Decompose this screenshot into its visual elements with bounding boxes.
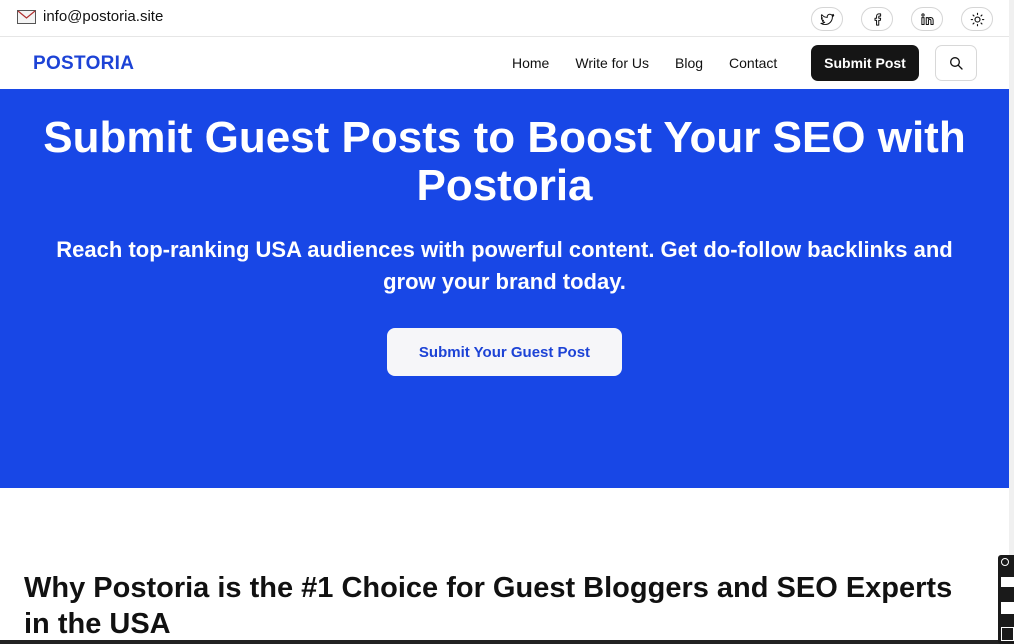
linkedin-icon bbox=[920, 12, 934, 25]
nav-link-blog[interactable]: Blog bbox=[675, 55, 703, 71]
theme-toggle-icon bbox=[970, 12, 984, 26]
bottom-divider bbox=[0, 640, 1009, 644]
email-text: info@postoria.site bbox=[43, 8, 164, 25]
top-bar: info@postoria.site bbox=[0, 0, 1009, 37]
search-icon bbox=[950, 57, 963, 70]
linkedin-link[interactable] bbox=[911, 7, 943, 31]
submit-post-button[interactable]: Submit Post bbox=[811, 45, 919, 81]
why-section-title: Why Postoria is the #1 Choice for Guest … bbox=[24, 572, 953, 640]
nav-link-home[interactable]: Home bbox=[512, 55, 549, 71]
mail-icon bbox=[17, 9, 36, 24]
hero-title: Submit Guest Posts to Boost Your SEO wit… bbox=[43, 113, 966, 210]
search-button[interactable] bbox=[935, 45, 977, 81]
social-links bbox=[811, 7, 993, 31]
facebook-link[interactable] bbox=[861, 7, 893, 31]
nav-link-write-for-us[interactable]: Write for Us bbox=[575, 55, 649, 71]
hero-section: Submit Guest Posts to Boost Your SEO wit… bbox=[0, 89, 1009, 488]
contact-email[interactable]: info@postoria.site bbox=[17, 8, 163, 25]
twitter-link[interactable] bbox=[811, 7, 843, 31]
main-navbar: POSTORIA Home Write for Us Blog Contact … bbox=[0, 37, 1009, 89]
nav-link-contact[interactable]: Contact bbox=[729, 55, 777, 71]
submit-guest-post-button[interactable]: Submit Your Guest Post bbox=[387, 328, 622, 376]
page-scrollbar[interactable] bbox=[1009, 0, 1014, 644]
theme-toggle[interactable] bbox=[961, 7, 993, 31]
twitter-icon bbox=[819, 13, 834, 25]
hero-subtitle: Reach top-ranking USA audiences with pow… bbox=[56, 237, 953, 294]
facebook-icon bbox=[874, 12, 881, 26]
side-widget[interactable] bbox=[998, 555, 1014, 644]
nav-links: Home Write for Us Blog Contact bbox=[512, 55, 803, 71]
site-logo[interactable]: POSTORIA bbox=[33, 53, 134, 75]
